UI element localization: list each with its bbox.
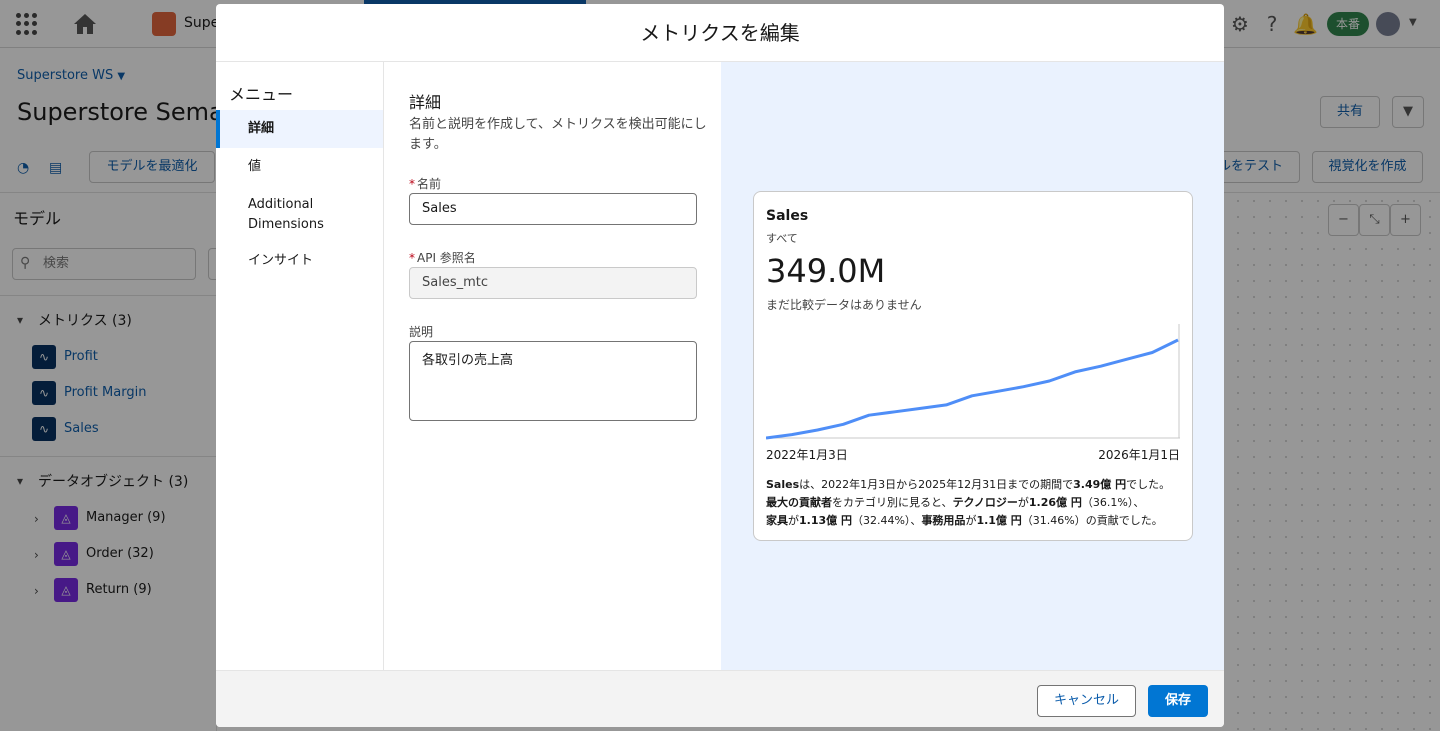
api-name-label: * API 参照名 bbox=[409, 251, 476, 265]
cancel-button[interactable]: キャンセル bbox=[1037, 685, 1136, 717]
menu-heading: メニュー bbox=[229, 85, 294, 104]
modal-footer: キャンセル 保存 bbox=[216, 670, 1224, 727]
x-axis-start-label: 2022年1月3日 bbox=[766, 448, 848, 462]
form-description: 名前と説明を作成して、メトリクスを検出可能にします。 bbox=[409, 117, 707, 152]
name-label: * 名前 bbox=[409, 177, 442, 191]
required-marker: * bbox=[409, 177, 415, 191]
form-heading: 詳細 bbox=[409, 93, 442, 112]
preview-subtitle: すべて bbox=[766, 232, 798, 245]
preview-value: 349.0M bbox=[766, 252, 886, 290]
x-axis-end-label: 2026年1月1日 bbox=[1098, 448, 1180, 462]
menu-item-details[interactable]: 詳細 bbox=[216, 110, 383, 148]
modal-menu: メニュー 詳細 値 Additional Dimensions インサイト bbox=[216, 62, 384, 670]
menu-item-values[interactable]: 値 bbox=[216, 158, 383, 176]
name-input[interactable]: Sales bbox=[409, 193, 697, 225]
menu-item-insights[interactable]: インサイト bbox=[216, 252, 383, 270]
api-name-input: Sales_mtc bbox=[409, 267, 697, 299]
save-button[interactable]: 保存 bbox=[1148, 685, 1208, 717]
edit-metric-modal: メトリクスを編集 メニュー 詳細 値 Additional Dimensions… bbox=[216, 4, 1224, 727]
modal-title: メトリクスを編集 bbox=[216, 4, 1224, 62]
preview-title: Sales bbox=[766, 208, 809, 224]
details-form: 詳細 名前と説明を作成して、メトリクスを検出可能にします。 * 名前 Sales … bbox=[385, 62, 721, 670]
preview-comparison: まだ比較データはありません bbox=[766, 298, 922, 312]
menu-item-additional-dimensions[interactable]: Additional Dimensions bbox=[216, 195, 356, 235]
metric-preview-panel: Sales すべて 349.0M まだ比較データはありません 2022年1月3日… bbox=[721, 62, 1224, 670]
description-label: 説明 bbox=[409, 325, 434, 339]
metric-preview-card: Sales すべて 349.0M まだ比較データはありません 2022年1月3日… bbox=[753, 191, 1193, 541]
preview-summary: Salesは、2022年1月3日から2025年12月31日までの期間で3.49億… bbox=[766, 478, 1171, 527]
sales-series-line bbox=[766, 338, 1179, 440]
description-textarea[interactable]: 各取引の売上高 bbox=[409, 341, 697, 421]
required-marker: * bbox=[409, 251, 415, 265]
sales-trend-chart bbox=[766, 324, 1180, 440]
